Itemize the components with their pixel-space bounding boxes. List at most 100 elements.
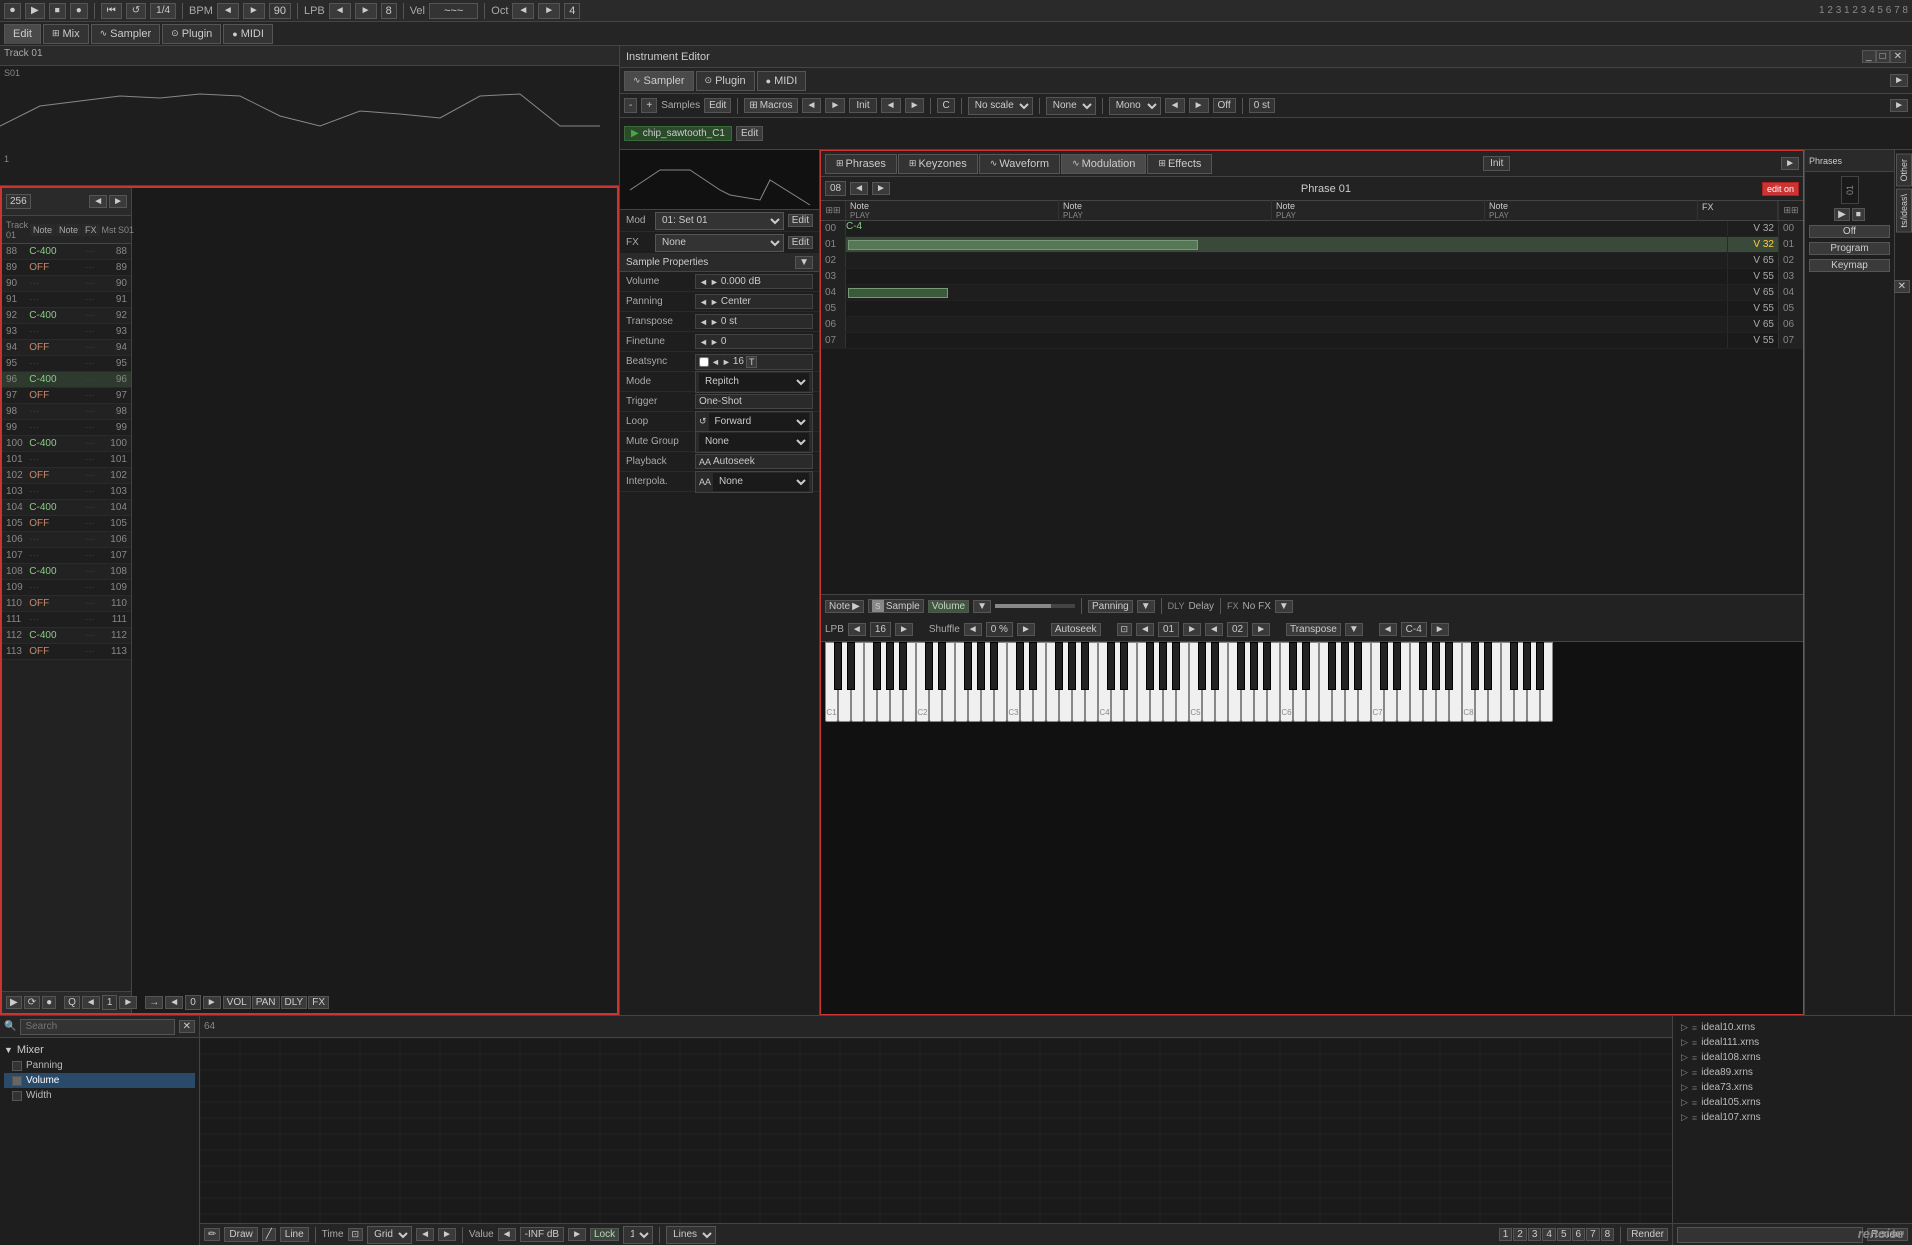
mute-select[interactable]: None xyxy=(699,433,809,451)
inst-scroll-end[interactable]: ► xyxy=(1890,99,1908,112)
grid-up[interactable]: ► xyxy=(438,1228,456,1241)
white-key[interactable]: C1 xyxy=(825,642,838,722)
white-key[interactable] xyxy=(942,642,955,722)
white-key[interactable] xyxy=(838,642,851,722)
tab-sampler[interactable]: ∿ Sampler xyxy=(91,24,161,44)
white-key[interactable] xyxy=(1020,642,1033,722)
phrase-keymap-btn[interactable]: Keymap xyxy=(1809,259,1890,272)
white-key[interactable] xyxy=(1241,642,1254,722)
scale-select[interactable]: No scale xyxy=(968,97,1033,115)
pattern-row[interactable]: 108 C-400 ··· 108 xyxy=(2,564,131,580)
white-key[interactable] xyxy=(1046,642,1059,722)
pattern-row[interactable]: 91 ··· ··· 91 xyxy=(2,292,131,308)
pan-prev[interactable]: ◄ xyxy=(699,297,708,307)
file-item[interactable]: ▷ ≡ ideal111.xrns xyxy=(1677,1035,1908,1050)
white-key[interactable] xyxy=(1163,642,1176,722)
white-key[interactable] xyxy=(1072,642,1085,722)
sample-edit-btn[interactable]: Edit xyxy=(736,126,763,141)
sample-entry[interactable]: ▶ chip_sawtooth_C1 xyxy=(624,126,732,141)
white-key[interactable] xyxy=(1085,642,1098,722)
fx-edit-btn[interactable]: Edit xyxy=(788,236,813,249)
search-input[interactable] xyxy=(20,1019,174,1035)
white-key[interactable] xyxy=(1397,642,1410,722)
loop-select[interactable]: Forward xyxy=(709,413,809,431)
phrase-seq-row[interactable]: 00 C-4 V 32 00 xyxy=(821,221,1803,237)
white-key[interactable] xyxy=(1215,642,1228,722)
vol-prev[interactable]: ◄ xyxy=(699,277,708,287)
sample-ref-btn[interactable]: S Sample xyxy=(868,599,924,613)
time-icon-btn[interactable]: ⊡ xyxy=(348,1228,364,1241)
phrase-play-btn[interactable]: ▶ xyxy=(1834,208,1850,221)
phrase-tab-modulation[interactable]: ∿ Modulation xyxy=(1061,154,1146,174)
file-item[interactable]: ▷ ≡ idea89.xrns xyxy=(1677,1065,1908,1080)
step-next[interactable]: ► xyxy=(119,996,137,1009)
white-key[interactable] xyxy=(1332,642,1345,722)
mixer-item-width[interactable]: Width xyxy=(4,1088,195,1103)
none-select[interactable]: None xyxy=(1046,97,1096,115)
inst-maximize-btn[interactable]: □ xyxy=(1876,50,1890,63)
trans-next[interactable]: ► xyxy=(710,317,719,327)
file-item[interactable]: ▷ ≡ ideal105.xrns xyxy=(1677,1095,1908,1110)
tab-midi[interactable]: ● MIDI xyxy=(223,24,273,44)
pattern-row[interactable]: 112 C-400 ··· 112 xyxy=(2,628,131,644)
inst-tab-plugin[interactable]: ⊙ Plugin xyxy=(696,71,755,91)
macros-next[interactable]: ► xyxy=(825,98,845,113)
phrase-seq-row[interactable]: 07 V 55 07 xyxy=(821,333,1803,349)
minus-btn[interactable]: - xyxy=(624,98,637,113)
phrase-seq-row[interactable]: 01 V 32 01 xyxy=(821,237,1803,253)
lpb-up[interactable]: ► xyxy=(355,3,377,19)
pattern-row[interactable]: 105 OFF ··· 105 xyxy=(2,516,131,532)
pattern-row[interactable]: 97 OFF ··· 97 xyxy=(2,388,131,404)
mod-select[interactable]: 01: Set 01 xyxy=(655,212,784,230)
oct-down[interactable]: ◄ xyxy=(512,3,534,19)
pattern-row[interactable]: 100 C-400 ··· 100 xyxy=(2,436,131,452)
val-next[interactable]: ► xyxy=(568,1228,586,1241)
interp-select[interactable]: None xyxy=(713,473,809,491)
pattern-row[interactable]: 102 OFF ··· 102 xyxy=(2,468,131,484)
phrase-seq-row[interactable]: 03 V 55 03 xyxy=(821,269,1803,285)
pattern-row[interactable]: 111 ··· ··· 111 xyxy=(2,612,131,628)
beat-next[interactable]: ► xyxy=(722,357,731,367)
white-key[interactable] xyxy=(1384,642,1397,722)
trans-down[interactable]: ▼ xyxy=(1345,623,1363,636)
pattern-row[interactable]: 95 ··· ··· 95 xyxy=(2,356,131,372)
phrase-tab-phrases[interactable]: ⊞ Phrases xyxy=(825,154,897,174)
pattern-row[interactable]: 90 ··· ··· 90 xyxy=(2,276,131,292)
mixer-item-volume[interactable]: Volume xyxy=(4,1073,195,1088)
lpb-02-prev[interactable]: ◄ xyxy=(1205,623,1223,636)
fine-next[interactable]: ► xyxy=(710,337,719,347)
phrase-stop-btn[interactable]: ⏹ xyxy=(1852,208,1865,221)
pattern-row[interactable]: 89 OFF ··· 89 xyxy=(2,260,131,276)
file-item[interactable]: ▷ ≡ ideal108.xrns xyxy=(1677,1050,1908,1065)
pattern-row[interactable]: 107 ··· ··· 107 xyxy=(2,548,131,564)
render-input[interactable] xyxy=(1677,1227,1863,1243)
white-key[interactable]: C8 xyxy=(1462,642,1475,722)
beat-t-btn[interactable]: T xyxy=(746,356,758,368)
lpb-01-prev[interactable]: ◄ xyxy=(1136,623,1154,636)
white-key[interactable] xyxy=(1358,642,1371,722)
pattern-row[interactable]: 109 ··· ··· 109 xyxy=(2,580,131,596)
white-key[interactable] xyxy=(1488,642,1501,722)
dly-btn[interactable]: DLY xyxy=(281,996,308,1009)
pan-expand-btn[interactable]: ▼ xyxy=(1137,600,1155,613)
white-key[interactable] xyxy=(981,642,994,722)
pattern-row[interactable]: 106 ··· ··· 106 xyxy=(2,532,131,548)
shuf-next[interactable]: ► xyxy=(1017,623,1035,636)
lpb-b-prev[interactable]: ◄ xyxy=(848,623,866,636)
pan-btn[interactable]: PAN xyxy=(252,996,280,1009)
white-key[interactable] xyxy=(1501,642,1514,722)
num-btn-5[interactable]: 5 xyxy=(1557,1228,1571,1241)
white-key[interactable] xyxy=(929,642,942,722)
white-key[interactable] xyxy=(1111,642,1124,722)
c4-prev[interactable]: ◄ xyxy=(1379,623,1397,636)
white-key[interactable] xyxy=(1059,642,1072,722)
white-key[interactable] xyxy=(903,642,916,722)
phrase-seq-row[interactable]: 05 V 55 05 xyxy=(821,301,1803,317)
white-key[interactable] xyxy=(1410,642,1423,722)
mixer-item-panning[interactable]: Panning xyxy=(4,1058,195,1073)
fx-bottom-btn[interactable]: FX xyxy=(308,996,329,1009)
num-btn-3[interactable]: 3 xyxy=(1528,1228,1542,1241)
inst-close-btn[interactable]: ✕ xyxy=(1890,50,1906,63)
tab-edit[interactable]: Edit xyxy=(4,24,41,44)
side-tab-ideas[interactable]: ts/ideas\ xyxy=(1896,189,1912,233)
